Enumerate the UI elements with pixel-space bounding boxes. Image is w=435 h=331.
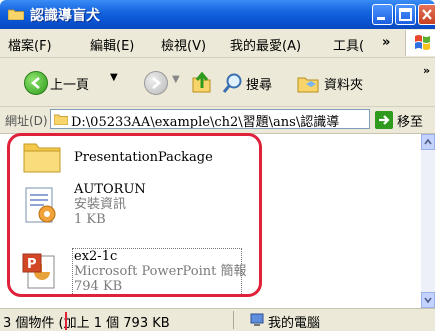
windows-flag-icon xyxy=(415,35,430,50)
close-icon xyxy=(422,9,432,20)
folder-icon xyxy=(54,114,68,125)
menu-tools[interactable]: 工具( xyxy=(333,35,364,54)
menu-bar: 檔案(F) 編輯(E) 檢視(V) 我的最愛(A) 工具( » xyxy=(0,29,435,58)
windows-logo xyxy=(405,30,435,56)
toolbar-more-chevron[interactable]: » xyxy=(423,64,430,77)
chevron-down-icon xyxy=(424,297,432,304)
back-dropdown-icon[interactable]: ▼ xyxy=(110,72,118,83)
go-label[interactable]: 移至 xyxy=(397,111,423,130)
menu-favorites[interactable]: 我的最愛(A) xyxy=(230,35,301,54)
folders-icon[interactable] xyxy=(296,72,320,94)
address-value: D:\05233AA\example\ch2\習題\ans\認識導 xyxy=(71,115,340,129)
address-label: 網址(D) xyxy=(5,114,48,128)
folders-label[interactable]: 資料夾 xyxy=(324,74,363,93)
search-label[interactable]: 搜尋 xyxy=(246,74,272,93)
maximize-button[interactable] xyxy=(395,4,416,25)
my-computer-icon xyxy=(250,313,264,326)
go-button[interactable] xyxy=(375,111,393,129)
status-location: 我的電腦 xyxy=(268,316,321,331)
close-button[interactable] xyxy=(418,4,435,25)
forward-dropdown-icon[interactable]: ▼ xyxy=(172,74,180,85)
chevron-up-icon xyxy=(424,138,432,145)
window-title: 認識導盲犬 xyxy=(30,8,100,24)
status-summary: 3 個物件 (加上 1 個 793 KB xyxy=(3,316,170,331)
minimize-icon xyxy=(377,17,385,20)
address-bar: 網址(D) D:\05233AA\example\ch2\習題\ans\認識導 … xyxy=(0,107,435,134)
menu-view[interactable]: 檢視(V) xyxy=(161,35,206,54)
minimize-button[interactable] xyxy=(372,4,393,25)
status-divider xyxy=(233,311,234,329)
annotation-marker xyxy=(65,312,67,330)
annotation-highlight xyxy=(7,133,262,297)
back-label[interactable]: 上一頁 xyxy=(50,74,89,93)
up-folder-icon[interactable] xyxy=(190,70,212,94)
vertical-scrollbar[interactable] xyxy=(421,134,435,308)
menu-more-chevron[interactable]: » xyxy=(382,35,390,50)
back-arrow-icon xyxy=(30,77,40,89)
search-icon[interactable] xyxy=(222,72,244,94)
forward-button[interactable] xyxy=(144,71,168,95)
toolbar: 上一頁 ▼ ▼ 搜尋 資料夾 » xyxy=(0,58,435,107)
folder-icon xyxy=(8,9,24,20)
menu-file[interactable]: 檔案(F) xyxy=(8,35,52,54)
go-arrow-icon xyxy=(379,115,390,125)
scroll-down-button[interactable] xyxy=(421,292,435,308)
title-bar[interactable]: 認識導盲犬 xyxy=(0,0,435,29)
menu-edit[interactable]: 編輯(E) xyxy=(90,35,134,54)
address-input[interactable]: D:\05233AA\example\ch2\習題\ans\認識導 xyxy=(50,109,370,129)
forward-arrow-icon xyxy=(152,77,162,89)
scroll-up-button[interactable] xyxy=(421,134,435,150)
back-button[interactable] xyxy=(24,71,48,95)
maximize-icon xyxy=(399,8,412,21)
